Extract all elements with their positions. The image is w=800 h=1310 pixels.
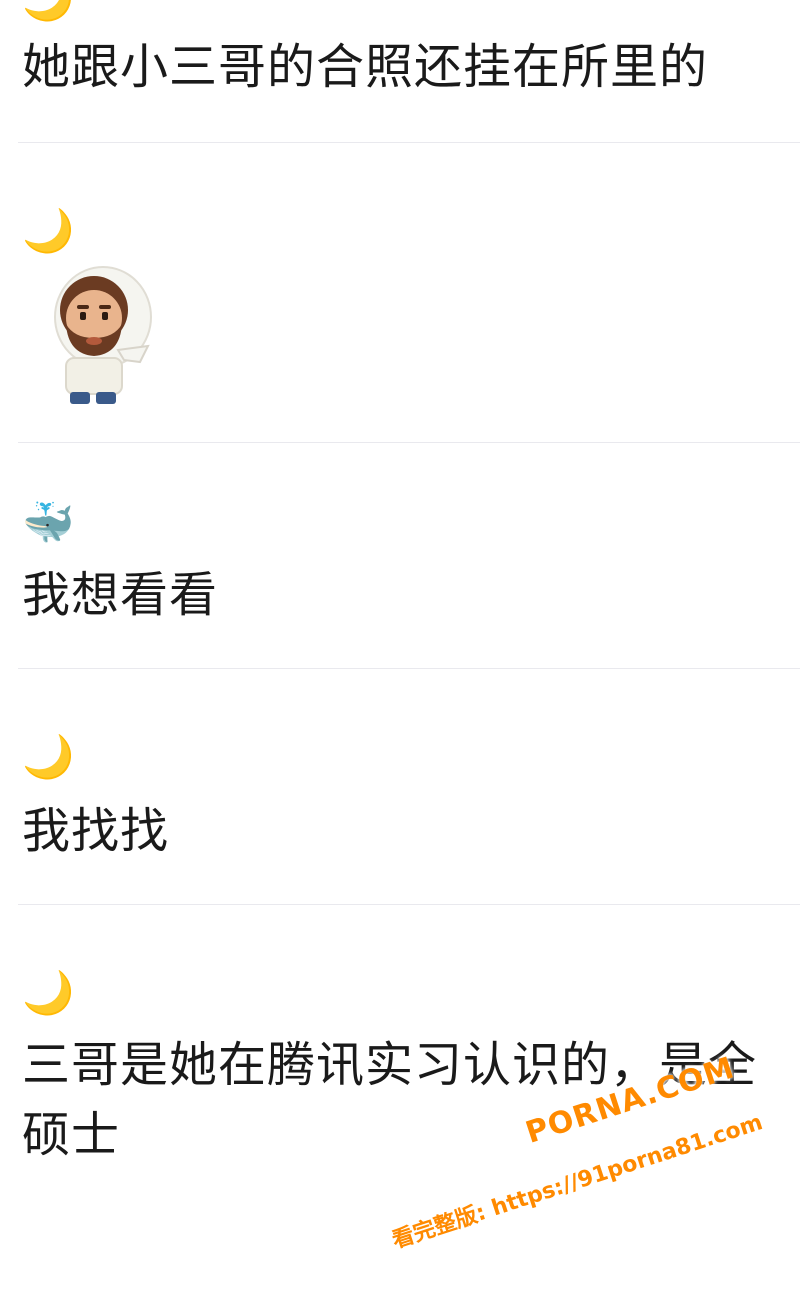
whale-icon[interactable]: 🐳 [22, 500, 74, 546]
crescent-moon-icon[interactable]: 🌙 [22, 970, 74, 1016]
message-divider [18, 668, 800, 669]
message-divider [18, 442, 800, 443]
message-divider [18, 142, 800, 143]
crescent-moon-icon[interactable]: 🌙 [22, 208, 74, 254]
crescent-moon-icon[interactable]: 🌙 [22, 0, 74, 22]
message-text: 我想看看 [22, 567, 219, 623]
message-text: 我找找 [22, 803, 170, 859]
bearded-man-sticker [54, 266, 152, 404]
crescent-moon-icon[interactable]: 🌙 [22, 734, 74, 780]
message-text: 她跟小三哥的合照还挂在所里的 [22, 39, 709, 95]
message-divider [18, 904, 800, 905]
